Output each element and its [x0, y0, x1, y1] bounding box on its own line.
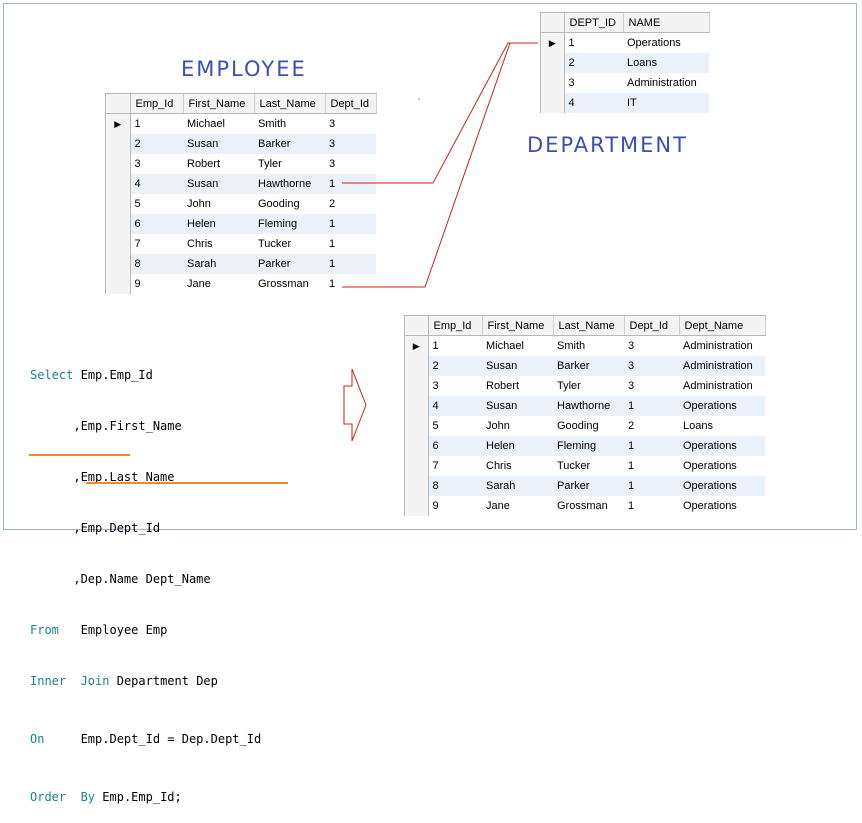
- connector-line-row4: [342, 42, 538, 184]
- select-column: ,Dep.Name Dept_Name: [73, 572, 211, 586]
- keyword-on: On: [30, 732, 45, 746]
- order-column: Emp.Emp_Id;: [102, 790, 182, 804]
- join-condition: Emp.Dept_Id = Dep.Dept_Id: [80, 732, 262, 746]
- connector-line-row9: [342, 42, 511, 288]
- keyword-inner: Inner: [30, 674, 67, 688]
- keyword-from: From: [30, 623, 59, 637]
- keyword-order: Order: [30, 790, 67, 804]
- from-table: Employee Emp: [80, 623, 168, 637]
- sql-from-line: From Employee Emp: [30, 622, 261, 639]
- hollow-right-arrow-icon: [343, 368, 367, 442]
- sql-order-line: Order By Emp.Emp_Id;: [30, 789, 261, 806]
- diagram-overlay: [29, 42, 538, 484]
- sql-on-line: On Emp.Dept_Id = Dep.Dept_Id: [30, 731, 261, 748]
- keyword-by: By: [80, 790, 96, 804]
- join-table: Department Dep: [116, 674, 218, 688]
- sql-join-line: Inner Join Department Dep: [30, 673, 261, 690]
- keyword-join: Join: [80, 674, 110, 688]
